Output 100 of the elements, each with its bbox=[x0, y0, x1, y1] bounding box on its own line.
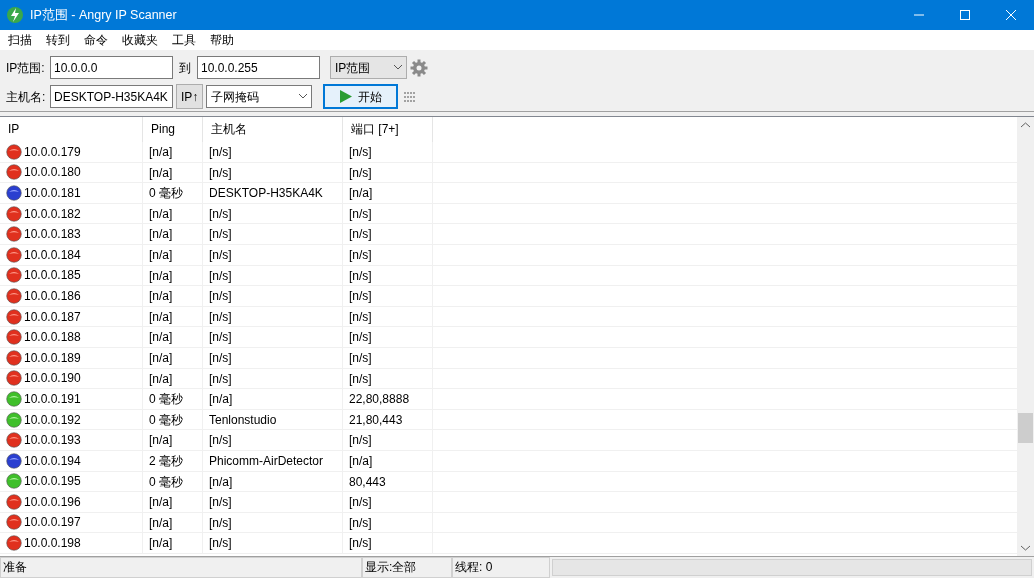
scrollbar-thumb[interactable] bbox=[1018, 413, 1033, 443]
table-cell: [n/a] bbox=[143, 327, 203, 347]
menu-item[interactable]: 转到 bbox=[38, 30, 76, 50]
start-button[interactable]: 开始 bbox=[323, 84, 399, 109]
settings-icon[interactable] bbox=[410, 58, 428, 77]
table-cell: 0 毫秒 bbox=[143, 409, 203, 430]
table-cell: 0 毫秒 bbox=[143, 183, 203, 203]
maximize-icon bbox=[960, 10, 970, 20]
caret-icon bbox=[394, 65, 402, 70]
table-cell: 21,80,443 bbox=[343, 409, 433, 430]
menu-item[interactable]: 扫描 bbox=[0, 30, 38, 50]
table-cell-text: 10.0.0.184 bbox=[24, 246, 81, 264]
table-cell: [n/s] bbox=[343, 512, 433, 533]
to-label: 到 bbox=[178, 59, 192, 77]
table-cell: [n/a] bbox=[143, 286, 203, 306]
scroll-up-icon[interactable] bbox=[1021, 122, 1030, 128]
table-cell: 0 毫秒 bbox=[143, 471, 203, 492]
table-cell: [n/s] bbox=[343, 142, 433, 162]
table-cell-text: 10.0.0.187 bbox=[24, 308, 81, 326]
netmask-select[interactable]: 子网掩码 bbox=[206, 85, 313, 108]
hostname-field[interactable]: DESKTOP-H35KA4K bbox=[50, 85, 173, 108]
table-cell: [n/s] bbox=[343, 492, 433, 512]
thread-count: 线程: 0 bbox=[452, 557, 550, 578]
end-ip-field[interactable]: 10.0.0.255 bbox=[197, 56, 320, 79]
table-cell: [n/a] bbox=[143, 533, 203, 553]
table-cell: [n/s] bbox=[343, 533, 433, 553]
table-cell: [n/a] bbox=[203, 389, 343, 409]
table-cell: [n/s] bbox=[203, 265, 343, 286]
table-cell: [n/s] bbox=[203, 162, 343, 183]
table-cell-text: 10.0.0.192 bbox=[24, 411, 81, 429]
table-cell: [n/s] bbox=[343, 162, 433, 183]
table-cell: [n/s] bbox=[343, 430, 433, 450]
table-cell: [n/s] bbox=[203, 244, 343, 265]
table-cell-text: 10.0.0.194 bbox=[24, 452, 81, 470]
table-cell: [n/a] bbox=[343, 183, 433, 203]
table-cell-text: 10.0.0.182 bbox=[24, 205, 81, 223]
table-cell: [n/s] bbox=[343, 368, 433, 389]
menu-item[interactable]: 工具 bbox=[164, 30, 202, 50]
table-cell: [n/s] bbox=[203, 224, 343, 244]
hostname-label: 主机名: bbox=[6, 88, 47, 106]
table-cell: Tenlonstudio bbox=[203, 409, 343, 430]
table-cell: [n/a] bbox=[143, 203, 203, 224]
table-cell-text: 10.0.0.190 bbox=[24, 370, 81, 388]
table-cell: [n/a] bbox=[143, 162, 203, 183]
column-header[interactable]: 主机名 bbox=[203, 117, 343, 142]
status-message: 准备 bbox=[0, 557, 362, 578]
column-header[interactable]: IP bbox=[0, 117, 143, 142]
table-cell: DESKTOP-H35KA4K bbox=[203, 183, 343, 203]
table-cell: [n/a] bbox=[143, 244, 203, 265]
table-cell-text: 10.0.0.197 bbox=[24, 514, 81, 532]
table-cell: [n/s] bbox=[203, 286, 343, 306]
table-cell: [n/a] bbox=[143, 368, 203, 389]
table-cell: [n/s] bbox=[203, 142, 343, 162]
table-cell: [n/s] bbox=[343, 327, 433, 347]
table-cell: [n/a] bbox=[343, 450, 433, 471]
table-cell-text: 10.0.0.196 bbox=[24, 493, 81, 511]
scrollbar[interactable] bbox=[1017, 117, 1034, 556]
table-cell: [n/s] bbox=[343, 347, 433, 368]
table-cell: [n/s] bbox=[343, 265, 433, 286]
table-cell: [n/a] bbox=[143, 492, 203, 512]
table-cell-text: 10.0.0.191 bbox=[24, 390, 81, 408]
table-cell: [n/s] bbox=[203, 533, 343, 553]
table-cell: [n/s] bbox=[203, 306, 343, 327]
caret-icon bbox=[299, 94, 308, 99]
table-cell-text: 10.0.0.198 bbox=[24, 535, 81, 553]
table-cell: [n/a] bbox=[143, 142, 203, 162]
table-cell: [n/s] bbox=[343, 306, 433, 327]
table-cell: [n/a] bbox=[203, 471, 343, 492]
close-icon bbox=[1006, 10, 1016, 20]
ip-up-button[interactable]: IP↑ bbox=[176, 84, 204, 109]
table-cell: [n/a] bbox=[143, 306, 203, 327]
range-mode-select[interactable]: IP范围 bbox=[330, 56, 407, 79]
list-icon[interactable] bbox=[404, 91, 417, 102]
table-cell-text: 10.0.0.183 bbox=[24, 226, 81, 244]
table-cell: [n/a] bbox=[143, 224, 203, 244]
ip-range-label: IP范围: bbox=[6, 59, 46, 77]
table-cell: [n/a] bbox=[143, 512, 203, 533]
table-cell: Phicomm-AirDetector bbox=[203, 450, 343, 471]
start-ip-field[interactable]: 10.0.0.0 bbox=[50, 56, 173, 79]
table-cell-text: 10.0.0.185 bbox=[24, 267, 81, 285]
scroll-down-icon[interactable] bbox=[1021, 545, 1030, 551]
menu-item[interactable]: 命令 bbox=[76, 30, 114, 50]
menu-item[interactable]: 收藏夹 bbox=[114, 30, 164, 50]
table-cell: [n/s] bbox=[343, 244, 433, 265]
menu-item[interactable]: 帮助 bbox=[202, 30, 240, 50]
table-cell: [n/s] bbox=[203, 203, 343, 224]
table-cell-text: 10.0.0.180 bbox=[24, 164, 81, 182]
table-cell: [n/a] bbox=[143, 265, 203, 286]
table-cell: [n/s] bbox=[203, 347, 343, 368]
table-cell-text: 10.0.0.193 bbox=[24, 432, 81, 450]
column-header[interactable]: 端口 [7+] bbox=[343, 117, 433, 142]
column-header[interactable]: Ping bbox=[143, 117, 203, 142]
table-cell: 2 毫秒 bbox=[143, 450, 203, 471]
table-cell-text: 10.0.0.179 bbox=[24, 143, 81, 161]
display-filter-label: 显示:全部 bbox=[362, 557, 452, 578]
table-cell: [n/s] bbox=[343, 224, 433, 244]
table-cell-text: 10.0.0.181 bbox=[24, 185, 81, 202]
table-cell: [n/s] bbox=[343, 286, 433, 306]
table-cell: [n/a] bbox=[143, 347, 203, 368]
table-cell: 0 毫秒 bbox=[143, 389, 203, 409]
